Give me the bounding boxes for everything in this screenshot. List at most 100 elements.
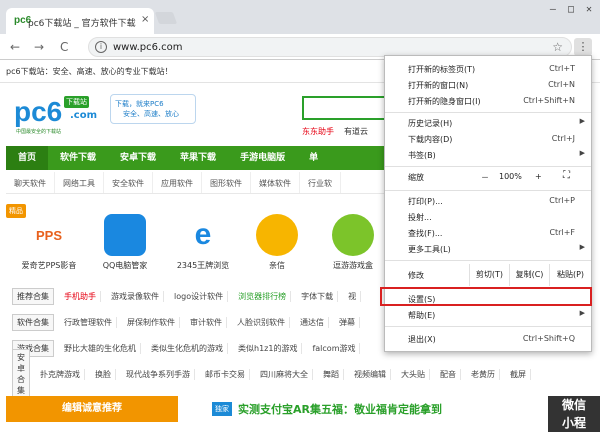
menu-downloads[interactable]: 下载内容(D) Ctrl+J xyxy=(385,132,591,146)
cut-button[interactable]: 剪切(T) xyxy=(469,264,509,286)
menu-incognito[interactable]: 打开新的隐身窗口(I) Ctrl+Shift+N xyxy=(385,94,591,108)
bookmark-star-icon[interactable]: ☆ xyxy=(552,40,563,54)
nav-software[interactable]: 软件下载 xyxy=(48,146,108,170)
menu-history[interactable]: 历史记录(H) ▶ xyxy=(385,116,591,130)
row-link[interactable]: 视频编辑 xyxy=(350,368,391,380)
site-logo[interactable]: pc6 下载站 .com 中国最安全的下载站 xyxy=(14,96,104,136)
row-link[interactable]: 类似h1z1的游戏 xyxy=(234,342,303,354)
menu-find[interactable]: 查找(F)... Ctrl+F xyxy=(385,226,591,240)
tab-active[interactable]: pc6 pc6下载站 _ 官方软件下载站 × xyxy=(6,8,154,34)
wechat-miniprogram-banner[interactable]: 微信 小程 xyxy=(548,396,600,432)
row-link[interactable]: 截屏 xyxy=(506,368,531,380)
nav-android[interactable]: 安卓下载 xyxy=(108,146,168,170)
row-link[interactable]: 弹幕 xyxy=(335,316,360,328)
row-link[interactable]: 大头贴 xyxy=(397,368,430,380)
row-link[interactable]: 视 xyxy=(344,290,362,302)
subnav-item[interactable]: 安全软件 xyxy=(104,172,153,193)
row-link[interactable]: logo设计软件 xyxy=(170,290,229,302)
back-arrow-icon[interactable]: ← xyxy=(10,40,20,54)
menu-label: 更多工具(L) xyxy=(408,245,451,254)
editor-recommend-bar[interactable]: 编辑诚意推荐 xyxy=(6,396,178,422)
url-text[interactable]: www.pc6.com xyxy=(113,42,183,53)
row-link[interactable]: 审计软件 xyxy=(186,316,227,328)
row-link[interactable]: 老黄历 xyxy=(467,368,500,380)
browser-menu-button[interactable]: ⋮ xyxy=(574,38,592,56)
row-link[interactable]: 换脸 xyxy=(91,368,116,380)
menu-separator xyxy=(385,112,591,113)
menu-label: 打开新的标签页(T) xyxy=(408,65,476,74)
menu-label: 打印(P)... xyxy=(408,197,443,206)
subnav-item[interactable]: 网络工具 xyxy=(55,172,104,193)
row-link[interactable]: 浏览器排行榜 xyxy=(234,290,292,302)
menu-bookmarks[interactable]: 书签(B) ▶ xyxy=(385,148,591,162)
zoom-out-button[interactable]: － xyxy=(481,172,489,183)
nav-apple[interactable]: 苹果下载 xyxy=(168,146,228,170)
headline-ad[interactable]: 独家 实测支付宝AR集五福：敬业福肯定能拿到 xyxy=(212,401,442,417)
row-link[interactable]: 舞蹈 xyxy=(319,368,344,380)
new-tab-button[interactable] xyxy=(154,12,178,24)
featured-apps: 精品 PPS 爱奇艺PPS影音 QQ电脑管家 e 2345王牌浏览 亲信 逗游游… xyxy=(6,200,386,284)
row-label: 推荐合集 xyxy=(12,287,54,305)
subnav-item[interactable]: 图形软件 xyxy=(202,172,251,193)
maximize-button[interactable]: □ xyxy=(568,4,574,15)
row-link[interactable]: 屏保制作软件 xyxy=(123,316,180,328)
subnav-item[interactable]: 应用软件 xyxy=(153,172,202,193)
row-link[interactable]: 类似生化危机的游戏 xyxy=(147,342,228,354)
window-controls: — □ ✕ xyxy=(550,4,592,15)
minimize-button[interactable]: — xyxy=(550,4,556,15)
row-link[interactable]: falcom游戏 xyxy=(308,342,361,354)
fullscreen-icon[interactable]: ⛶ xyxy=(563,170,570,181)
row-link[interactable]: 四川麻将大全 xyxy=(256,368,313,380)
nav-home[interactable]: 首页 xyxy=(6,146,49,170)
app-douyou[interactable]: 逗游游戏盒 xyxy=(318,214,388,271)
menu-label: 退出(X) xyxy=(408,335,436,344)
row-link[interactable]: 字体下载 xyxy=(297,290,339,302)
reload-icon[interactable]: C xyxy=(60,40,68,54)
app-qq-manager[interactable]: QQ电脑管家 xyxy=(90,214,160,271)
row-link[interactable]: 行政管理软件 xyxy=(60,316,117,328)
site-search-input[interactable] xyxy=(302,96,386,120)
recommend-row: 推荐合集 手机助手 游戏录像软件 logo设计软件 浏览器排行榜 字体下载 视 xyxy=(12,286,392,306)
row-link[interactable]: 现代战争系列手游 xyxy=(122,368,195,380)
app-2345-browser[interactable]: e 2345王牌浏览 xyxy=(168,214,238,271)
hot-link[interactable]: 东东助手 xyxy=(302,126,334,137)
nav-mobile-games-pc[interactable]: 手游电脑版 xyxy=(228,146,297,170)
menu-new-window[interactable]: 打开新的窗口(N) Ctrl+N xyxy=(385,78,591,92)
row-link[interactable]: 游戏录像软件 xyxy=(107,290,164,302)
menu-help[interactable]: 帮助(E) ▶ xyxy=(385,308,591,322)
menu-cast[interactable]: 投射... xyxy=(385,210,591,224)
row-link[interactable]: 扑克牌游戏 xyxy=(36,368,85,380)
subnav-item[interactable]: 行业软 xyxy=(300,172,341,193)
copy-button[interactable]: 复制(C) xyxy=(509,264,549,286)
row-link[interactable]: 人脸识别软件 xyxy=(233,316,290,328)
nav-more[interactable]: 单 xyxy=(297,146,330,170)
row-link[interactable]: 手机助手 xyxy=(60,290,101,302)
site-notice: pc6下载站：安全、高速、放心的专业下载站！ xyxy=(6,67,173,76)
menu-shortcut: Ctrl+T xyxy=(549,64,575,73)
subnav-item[interactable]: 聊天软件 xyxy=(6,172,55,193)
headline-text[interactable]: 实测支付宝AR集五福：敬业福肯定能拿到 xyxy=(238,401,442,417)
row-link[interactable]: 通达信 xyxy=(296,316,329,328)
app-pps[interactable]: PPS 爱奇艺PPS影音 xyxy=(14,214,84,271)
menu-new-tab[interactable]: 打开新的标签页(T) Ctrl+T xyxy=(385,62,591,76)
search-hot-links: 东东助手 有道云 xyxy=(302,126,368,137)
row-link[interactable]: 野比大雄的生化危机 xyxy=(60,342,141,354)
pc6-favicon-icon: pc6 xyxy=(14,15,32,26)
close-window-button[interactable]: ✕ xyxy=(586,4,592,15)
address-bar[interactable]: i www.pc6.com ☆ xyxy=(88,37,572,57)
row-label: 安卓合集 xyxy=(12,349,30,399)
menu-more-tools[interactable]: 更多工具(L) ▶ xyxy=(385,242,591,256)
subnav-item[interactable]: 媒体软件 xyxy=(251,172,300,193)
menu-print[interactable]: 打印(P)... Ctrl+P xyxy=(385,194,591,208)
forward-arrow-icon[interactable]: → xyxy=(34,40,44,54)
hot-link[interactable]: 有道云 xyxy=(344,126,368,137)
menu-exit[interactable]: 退出(X) Ctrl+Shift+Q xyxy=(385,332,591,346)
info-icon[interactable]: i xyxy=(95,41,107,53)
zoom-in-button[interactable]: + xyxy=(535,172,542,181)
row-link[interactable]: 邮币卡交易 xyxy=(201,368,250,380)
paste-button[interactable]: 粘贴(P) xyxy=(549,264,591,286)
exclusive-tag: 独家 xyxy=(212,402,232,416)
app-qinxin[interactable]: 亲信 xyxy=(242,214,312,271)
tab-close-icon[interactable]: × xyxy=(141,14,149,25)
row-link[interactable]: 配音 xyxy=(436,368,461,380)
